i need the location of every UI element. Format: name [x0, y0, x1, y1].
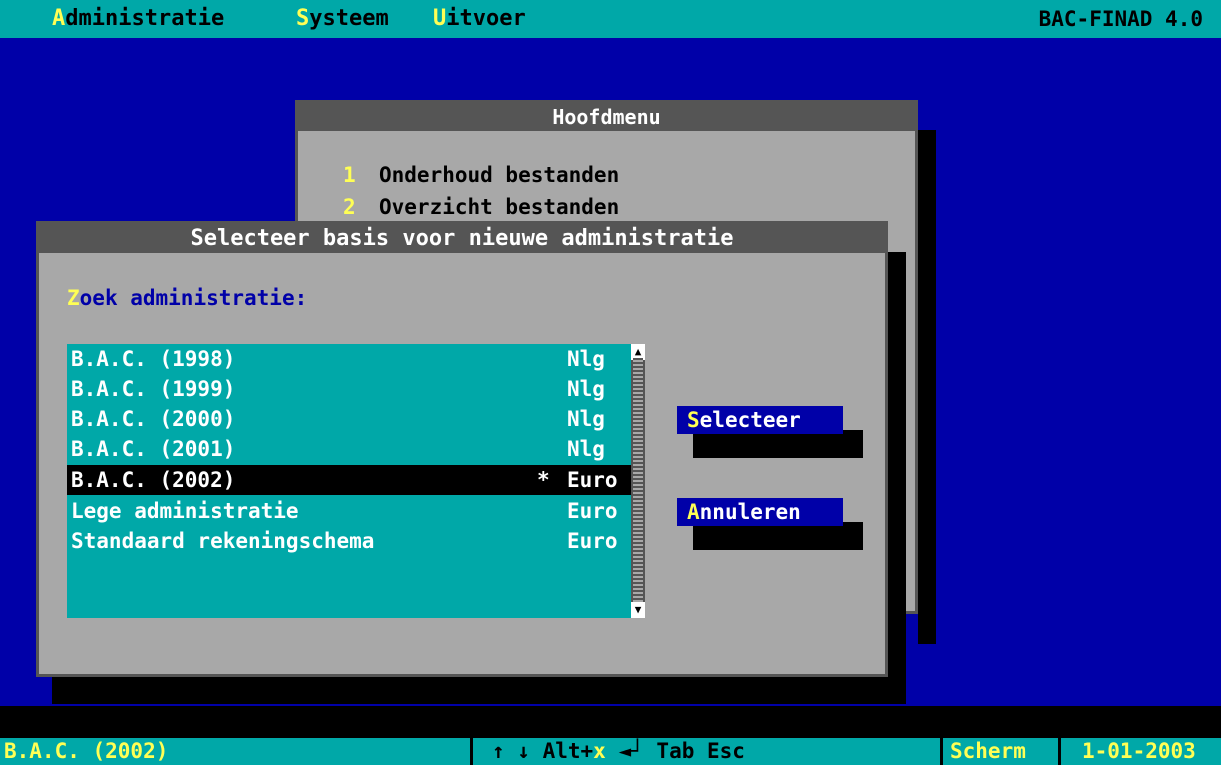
dialog-shadow-bottom [52, 676, 906, 704]
search-label-text: oek administratie: [79, 286, 308, 310]
status-keys-x: x [593, 739, 606, 763]
list-item[interactable]: B.A.C. (2001) Nlg [67, 434, 631, 464]
enter-key-icon: ◄┘ [618, 739, 644, 763]
status-keys-rest: Tab Esc [656, 739, 745, 763]
menu-hotkey: U [433, 6, 447, 31]
status-screen-label: Scherm [950, 739, 1026, 763]
status-current-admin: B.A.C. (2002) [4, 739, 169, 763]
dialog-shadow-right [888, 252, 906, 704]
menu-label: dministratie [65, 6, 225, 31]
search-label[interactable]: Zoek administratie: [67, 286, 307, 310]
select-dialog: Selecteer basis voor nieuwe administrati… [36, 221, 888, 677]
list-item-currency: Nlg [567, 407, 605, 431]
list-item-name: B.A.C. (1999) [71, 377, 236, 401]
select-button[interactable]: Selecteer [677, 406, 843, 434]
list-item-currency: Euro [567, 499, 618, 523]
administration-list[interactable]: B.A.C. (1998) Nlg B.A.C. (1999) Nlg B.A.C.… [67, 344, 645, 618]
status-separator [1058, 738, 1061, 765]
list-item-name: Standaard rekeningschema [71, 529, 375, 553]
menu-hotkey: S [296, 6, 310, 31]
list-item-selected[interactable]: B.A.C. (2002) * Euro [67, 465, 631, 495]
hoofdmenu-shadow [918, 130, 936, 644]
hoofdmenu-item-onderhoud[interactable]: 1 Onderhoud bestanden [343, 163, 619, 187]
button-label: nnuleren [699, 500, 801, 524]
list-item[interactable]: B.A.C. (1999) Nlg [67, 374, 631, 404]
list-item[interactable]: B.A.C. (1998) Nlg [67, 344, 631, 374]
menu-bar: Administratie Systeem Uitvoer BAC-FINAD … [0, 0, 1221, 38]
dialog-title: Selecteer basis voor nieuwe administrati… [39, 224, 885, 253]
list-item-name: Lege administratie [71, 499, 299, 523]
cancel-button[interactable]: Annuleren [677, 498, 843, 526]
menu-hotkey: A [52, 6, 66, 31]
list-item-name: B.A.C. (2001) [71, 437, 236, 461]
hoofdmenu-item-number: 1 [343, 163, 356, 187]
status-bar: B.A.C. (2002) ↑ ↓ Alt+x ◄┘ Tab Esc Scher… [0, 738, 1221, 765]
list-item-currency: Nlg [567, 377, 605, 401]
menu-uitvoer[interactable]: Uitvoer [433, 0, 526, 38]
app-title: BAC-FINAD 4.0 [1038, 7, 1203, 31]
list-item-mark: * [537, 468, 550, 492]
list-item-currency: Nlg [567, 347, 605, 371]
scroll-track[interactable] [633, 358, 643, 606]
desktop-bottom-strip [0, 706, 1221, 738]
hoofdmenu-item-label: Onderhoud bestanden [379, 163, 620, 187]
status-key-hints: ↑ ↓ Alt+x ◄┘ Tab Esc [492, 738, 745, 765]
menu-label: itvoer [446, 6, 526, 31]
hoofdmenu-title: Hoofdmenu [298, 103, 915, 131]
status-keys-arrows: ↑ ↓ Alt+ [492, 739, 594, 763]
button-label: electeer [699, 408, 801, 432]
status-separator [940, 738, 943, 765]
hoofdmenu-item-label: Overzicht bestanden [379, 195, 620, 219]
menu-systeem[interactable]: Systeem [296, 0, 389, 38]
hoofdmenu-item-number: 2 [343, 195, 356, 219]
status-date: 1-01-2003 [1082, 739, 1196, 763]
scroll-down-arrow-icon[interactable]: ▼ [631, 602, 645, 618]
list-item-name: B.A.C. (2002) [71, 468, 236, 492]
list-scrollbar[interactable]: ▲ ▼ [631, 344, 645, 618]
search-label-hotkey: Z [67, 286, 80, 310]
list-item[interactable]: B.A.C. (2000) Nlg [67, 404, 631, 434]
cancel-button-shadow [693, 522, 863, 550]
list-item-name: B.A.C. (2000) [71, 407, 236, 431]
button-hotkey: S [687, 408, 700, 432]
list-item-name: B.A.C. (1998) [71, 347, 236, 371]
list-item-currency: Euro [567, 529, 618, 553]
button-hotkey: A [687, 500, 700, 524]
list-item[interactable]: Lege administratie Euro [67, 496, 631, 526]
menu-administratie[interactable]: Administratie [52, 0, 224, 38]
hoofdmenu-item-overzicht[interactable]: 2 Overzicht bestanden [343, 195, 619, 219]
menu-label: ysteem [309, 6, 389, 31]
list-item-currency: Euro [567, 468, 618, 492]
list-item-currency: Nlg [567, 437, 605, 461]
list-item[interactable]: Standaard rekeningschema Euro [67, 526, 631, 556]
select-button-shadow [693, 430, 863, 458]
status-separator [470, 738, 473, 765]
